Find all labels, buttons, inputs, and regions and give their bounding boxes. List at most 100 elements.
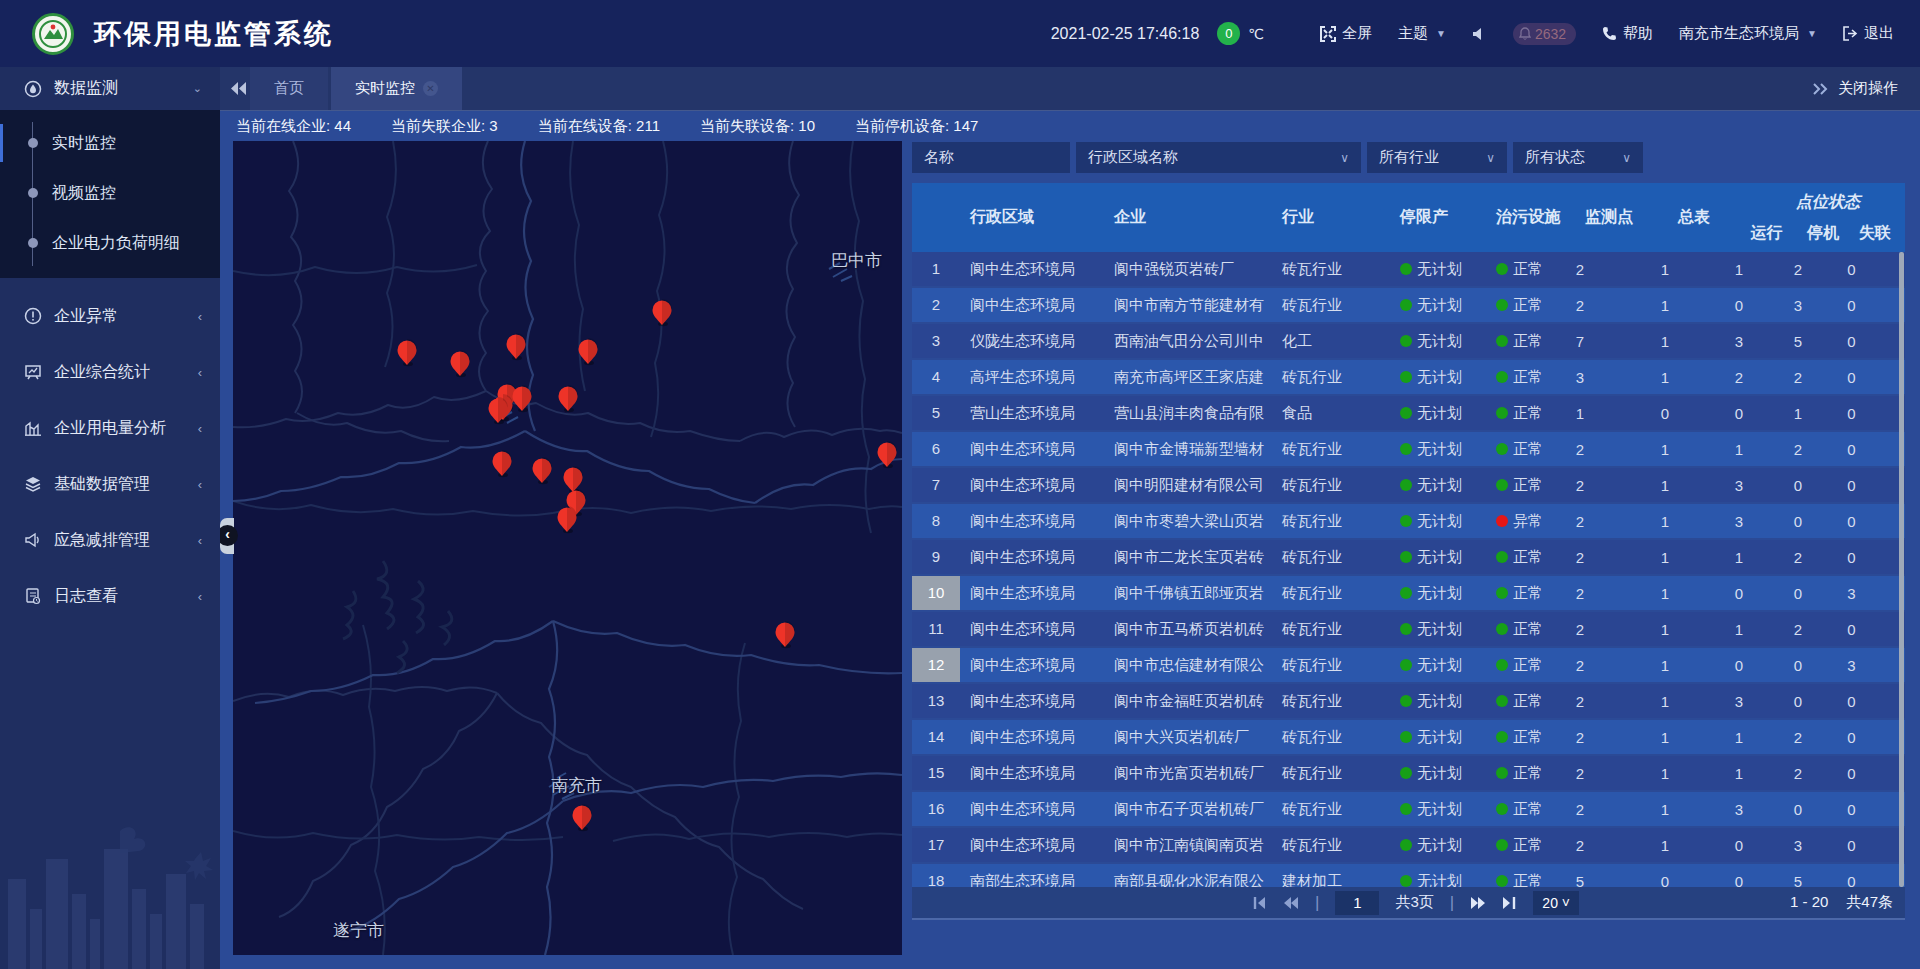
table-row[interactable]: 12阆中生态环境局阆中市忠信建材有限公砖瓦行业无计划正常21003 <box>912 648 1905 682</box>
sidebar-item-4[interactable]: 基础数据管理‹ <box>0 456 220 512</box>
map-pin-icon[interactable] <box>489 448 515 478</box>
sidebar-item-6[interactable]: 日志查看‹ <box>0 568 220 624</box>
table-row[interactable]: 14阆中生态环境局阆中大兴页岩机砖厂砖瓦行业无计划正常21120 <box>912 720 1905 754</box>
sound-toggle[interactable] <box>1472 27 1487 41</box>
sidebar-subitem-2[interactable]: 企业电力负荷明细 <box>0 218 220 268</box>
prev-page-button[interactable] <box>1283 896 1299 910</box>
point-status-group-header: 点位状态 <box>1738 192 1898 223</box>
sidebar-item-2[interactable]: 企业综合统计‹ <box>0 344 220 400</box>
table-row[interactable]: 7阆中生态环境局阆中明阳建材有限公司砖瓦行业无计划正常21300 <box>912 468 1905 502</box>
map-pin-icon[interactable] <box>874 439 900 469</box>
temperature-badge: 0 <box>1217 22 1240 45</box>
help-button[interactable]: 帮助 <box>1602 24 1653 43</box>
map-city-label: 遂宁市 <box>333 919 384 942</box>
app-logo-icon <box>32 13 74 55</box>
table-row[interactable]: 16阆中生态环境局阆中市石子页岩机砖厂砖瓦行业无计划正常21300 <box>912 792 1905 826</box>
double-right-arrow-icon <box>1812 83 1828 95</box>
table-row[interactable]: 4高坪生态环境局南充市高坪区王家店建砖瓦行业无计划正常31220 <box>912 360 1905 394</box>
map-pin-icon[interactable] <box>503 331 529 361</box>
sidebar-item-1[interactable]: 企业异常‹ <box>0 288 220 344</box>
table-row[interactable]: 1阆中生态环境局阆中强锐页岩砖厂砖瓦行业无计划正常21120 <box>912 252 1905 286</box>
app-title: 环保用电监管系统 <box>94 16 334 52</box>
map-pin-icon[interactable] <box>529 455 555 485</box>
fullscreen-button[interactable]: 全屏 <box>1320 24 1372 43</box>
table-row[interactable]: 13阆中生态环境局阆中市金福旺页岩机砖砖瓦行业无计划正常21300 <box>912 684 1905 718</box>
logout-icon <box>1843 26 1858 41</box>
tab-realtime[interactable]: 实时监控✕ <box>331 67 462 110</box>
message-count-badge[interactable]: 2632 <box>1513 23 1576 45</box>
table-row[interactable]: 10阆中生态环境局阆中千佛镇五郎垭页岩砖瓦行业无计划正常21003 <box>912 576 1905 610</box>
close-operations[interactable]: 关闭操作 <box>1812 79 1898 98</box>
table-row[interactable]: 17阆中生态环境局阆中市江南镇阆南页岩砖瓦行业无计划正常21030 <box>912 828 1905 862</box>
table-body: 1阆中生态环境局阆中强锐页岩砖厂砖瓦行业无计划正常211202阆中生态环境局阆中… <box>912 252 1905 887</box>
map-city-label: 巴中市 <box>831 249 882 272</box>
table-row[interactable]: 8阆中生态环境局阆中市枣碧大梁山页岩砖瓦行业无计划异常21300 <box>912 504 1905 538</box>
stat-item: 当前失联设备: 10 <box>700 117 815 136</box>
table-row[interactable]: 18南部生态环境局南部县砚化水泥有限公建材加工无计划正常50050 <box>912 864 1905 887</box>
pagination-bar: | 1 共3页 | 20 ˅ 1 - 20 共47条 <box>912 887 1905 920</box>
tab-close-icon[interactable]: ✕ <box>423 81 438 96</box>
table-row[interactable]: 11阆中生态环境局阆中市五马桥页岩机砖砖瓦行业无计划正常21120 <box>912 612 1905 646</box>
sidebar-item-3[interactable]: 企业用电量分析‹ <box>0 400 220 456</box>
table-row[interactable]: 3仪陇生态环境局西南油气田分公司川中化工无计划正常71350 <box>912 324 1905 358</box>
total-pages-label: 共3页 <box>1395 893 1433 912</box>
table-row[interactable]: 5营山生态环境局营山县润丰肉食品有限食品无计划正常10010 <box>912 396 1905 430</box>
log-file-icon <box>24 587 42 605</box>
theme-dropdown[interactable]: 主题▼ <box>1398 24 1446 43</box>
table-row[interactable]: 2阆中生态环境局阆中市南方节能建材有砖瓦行业无计划正常21030 <box>912 288 1905 322</box>
last-page-button[interactable] <box>1502 896 1517 910</box>
tab-home[interactable]: 首页 <box>250 67 328 110</box>
sidebar-item-5[interactable]: 应急减排管理‹ <box>0 512 220 568</box>
skyline-decoration <box>0 819 220 969</box>
logout-button[interactable]: 退出 <box>1843 24 1894 43</box>
table-row[interactable]: 6阆中生态环境局阆中市金博瑞新型墙材砖瓦行业无计划正常21120 <box>912 432 1905 466</box>
map-pin-icon[interactable] <box>575 336 601 366</box>
org-dropdown[interactable]: 南充市生态环境局▼ <box>1679 24 1817 43</box>
map-pin-icon[interactable] <box>569 802 595 832</box>
top-bar: 环保用电监管系统 2021-02-25 17:46:18 0 ℃ 全屏 主题▼ … <box>0 0 1920 67</box>
stats-bar: 当前在线企业: 44 当前失联企业: 3 当前在线设备: 211 当前失联设备: 10… <box>220 110 1920 141</box>
table-row[interactable]: 9阆中生态环境局阆中市二龙长宝页岩砖砖瓦行业无计划正常21120 <box>912 540 1905 574</box>
megaphone-icon <box>24 531 42 549</box>
map-pin-icon[interactable] <box>485 395 511 425</box>
stat-item: 当前在线企业: 44 <box>236 117 351 136</box>
map-pin-icon[interactable] <box>554 504 580 534</box>
total-count-label: 共47条 <box>1846 893 1893 912</box>
filter-bar: 名称 行政区域名称∨ 所有行业∨ 所有状态∨ <box>912 142 1643 173</box>
table-scrollbar[interactable] <box>1899 252 1904 887</box>
tabs-scroll-left-button[interactable] <box>220 82 250 95</box>
next-page-button[interactable] <box>1470 896 1486 910</box>
bar-chart-icon <box>24 419 42 437</box>
map-panel[interactable]: 巴中市南充市遂宁市 ‹ <box>233 141 902 955</box>
company-table: 行政区域 企业 行业 停限产 治污设施 监测点 总表 点位状态 运行 停机 失联… <box>912 183 1905 887</box>
map-pin-icon[interactable] <box>649 297 675 327</box>
table-row[interactable]: 15阆中生态环境局阆中市光富页岩机砖厂砖瓦行业无计划正常21120 <box>912 756 1905 790</box>
status-filter-select[interactable]: 所有状态∨ <box>1513 142 1643 173</box>
sidebar-item-0[interactable]: 数据监测⌄ <box>0 67 220 110</box>
temperature-unit: ℃ <box>1248 26 1264 42</box>
stat-item: 当前在线设备: 211 <box>538 117 660 136</box>
phone-icon <box>1602 26 1617 41</box>
map-pin-icon[interactable] <box>447 348 473 378</box>
region-filter-select[interactable]: 行政区域名称∨ <box>1076 142 1361 173</box>
map-city-label: 南充市 <box>551 774 602 797</box>
screen-stats-icon <box>24 363 42 381</box>
sidebar: 数据监测⌄ 实时监控视频监控企业电力负荷明细企业异常‹企业综合统计‹企业用电量分析… <box>0 67 220 969</box>
first-page-button[interactable] <box>1252 896 1267 910</box>
map-pin-icon[interactable] <box>394 337 420 367</box>
sidebar-subitem-1[interactable]: 视频监控 <box>0 168 220 218</box>
page-number-input[interactable]: 1 <box>1335 891 1379 915</box>
alert-circle-icon <box>24 307 42 325</box>
map-collapse-handle[interactable]: ‹ <box>220 518 234 554</box>
name-filter-input[interactable]: 名称 <box>912 142 1070 173</box>
sidebar-subitem-0[interactable]: 实时监控 <box>0 118 220 168</box>
map-pin-icon[interactable] <box>555 383 581 413</box>
stat-item: 当前失联企业: 3 <box>391 117 498 136</box>
map-roads <box>233 141 902 955</box>
fullscreen-icon <box>1320 26 1336 42</box>
page-size-select[interactable]: 20 ˅ <box>1533 891 1579 915</box>
layers-icon <box>24 475 42 493</box>
industry-filter-select[interactable]: 所有行业∨ <box>1367 142 1507 173</box>
monitor-drop-icon <box>24 80 42 98</box>
map-pin-icon[interactable] <box>772 619 798 649</box>
